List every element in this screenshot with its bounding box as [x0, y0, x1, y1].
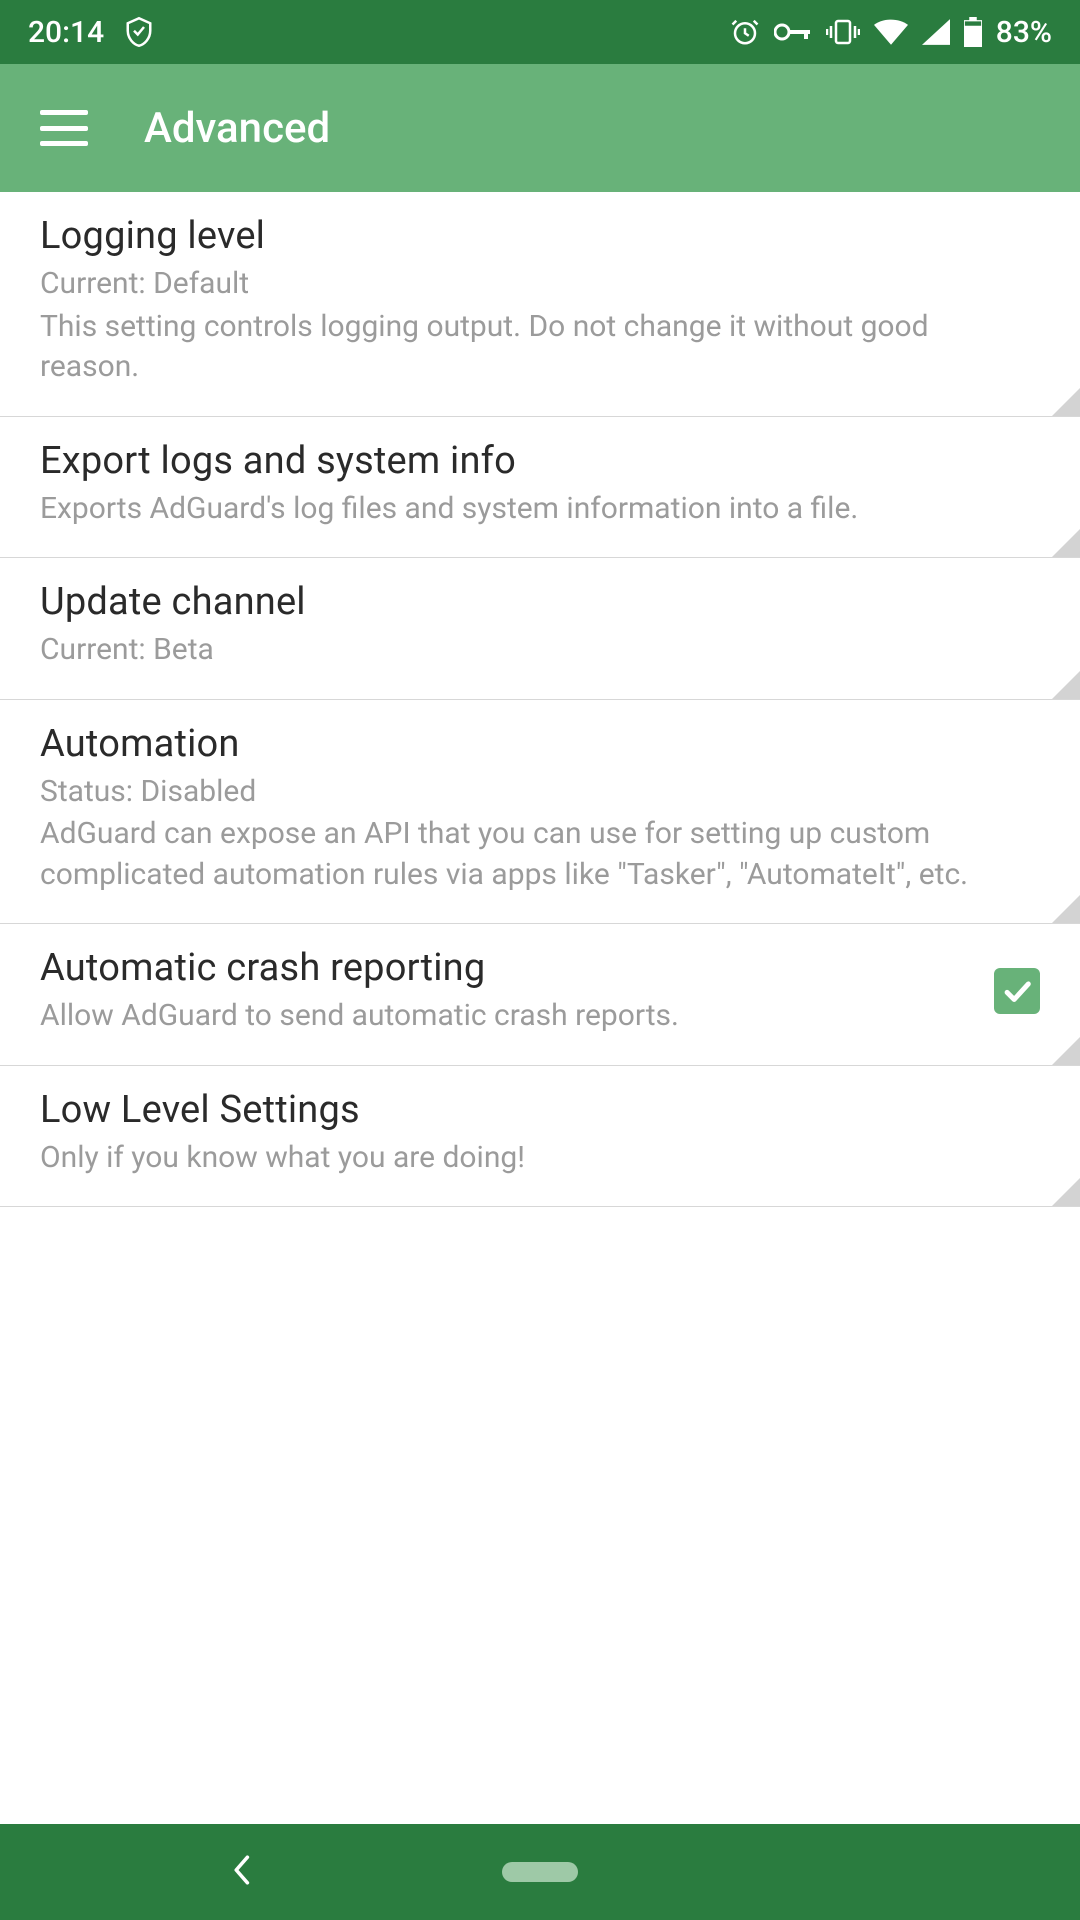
corner-drag-icon	[1052, 1178, 1080, 1206]
setting-title: Low Level Settings	[40, 1088, 1020, 1132]
status-bar: 20:14	[0, 0, 1080, 64]
setting-description: AdGuard can expose an API that you can u…	[40, 814, 1020, 895]
battery-icon	[964, 17, 982, 47]
setting-subtitle: Current: Beta	[40, 630, 1020, 671]
shield-icon	[124, 15, 154, 49]
nav-back-button[interactable]	[230, 1854, 252, 1890]
status-time: 20:14	[28, 15, 104, 50]
crash-reporting-checkbox[interactable]	[994, 968, 1040, 1014]
setting-title: Automatic crash reporting	[40, 946, 974, 990]
vpn-key-icon	[774, 22, 812, 42]
corner-drag-icon	[1052, 671, 1080, 699]
setting-automation[interactable]: Automation Status: Disabled AdGuard can …	[0, 700, 1080, 925]
corner-drag-icon	[1052, 895, 1080, 923]
setting-crash-reporting[interactable]: Automatic crash reporting Allow AdGuard …	[0, 924, 1080, 1066]
nav-bar	[0, 1824, 1080, 1920]
setting-description: This setting controls logging output. Do…	[40, 307, 1020, 388]
page-title: Advanced	[144, 104, 330, 153]
corner-drag-icon	[1052, 1037, 1080, 1065]
check-icon	[1000, 974, 1034, 1008]
nav-home-pill[interactable]	[502, 1862, 578, 1882]
setting-subtitle: Status: Disabled	[40, 772, 1020, 813]
setting-subtitle: Allow AdGuard to send automatic crash re…	[40, 996, 974, 1037]
setting-subtitle: Current: Default	[40, 264, 1020, 305]
setting-export-logs[interactable]: Export logs and system info Exports AdGu…	[0, 417, 1080, 559]
hamburger-icon[interactable]	[40, 110, 88, 146]
setting-title: Logging level	[40, 214, 1020, 258]
setting-subtitle: Only if you know what you are doing!	[40, 1138, 1020, 1179]
setting-update-channel[interactable]: Update channel Current: Beta	[0, 558, 1080, 700]
setting-subtitle: Exports AdGuard's log files and system i…	[40, 489, 1020, 530]
corner-drag-icon	[1052, 529, 1080, 557]
setting-title: Update channel	[40, 580, 1020, 624]
cell-signal-icon	[922, 19, 950, 45]
setting-title: Automation	[40, 722, 1020, 766]
vibrate-icon	[826, 17, 860, 47]
settings-list: Logging level Current: Default This sett…	[0, 192, 1080, 1207]
setting-low-level[interactable]: Low Level Settings Only if you know what…	[0, 1066, 1080, 1208]
status-battery-pct: 83%	[996, 15, 1052, 50]
setting-logging-level[interactable]: Logging level Current: Default This sett…	[0, 192, 1080, 417]
app-bar: Advanced	[0, 64, 1080, 192]
wifi-icon	[874, 19, 908, 45]
setting-title: Export logs and system info	[40, 439, 1020, 483]
alarm-icon	[730, 17, 760, 47]
corner-drag-icon	[1052, 388, 1080, 416]
